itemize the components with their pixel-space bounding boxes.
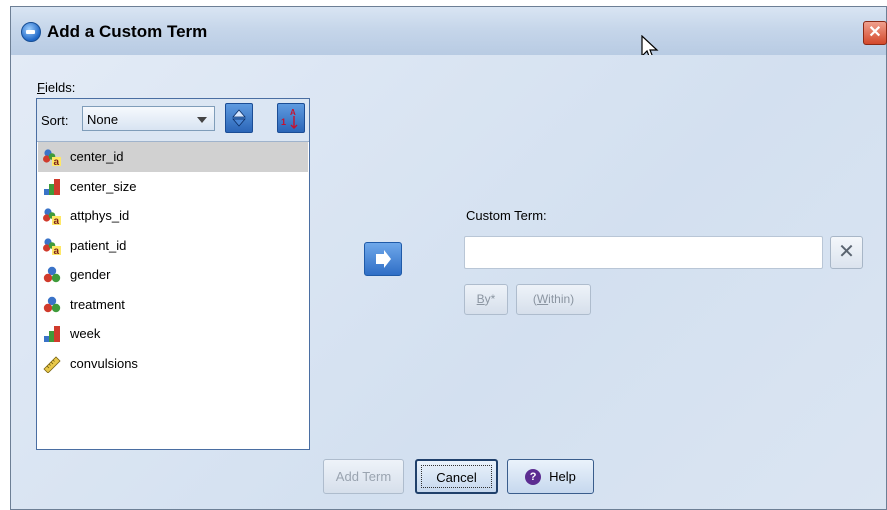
fields-label: Fields: xyxy=(37,80,76,95)
field-item-treatment[interactable]: treatment xyxy=(38,290,308,320)
field-item-center-id[interactable]: a center_id xyxy=(38,142,308,172)
chevron-down-icon xyxy=(197,117,207,123)
nominal-icon xyxy=(43,266,61,284)
nominal-string-icon: a xyxy=(43,237,61,257)
custom-term-field[interactable] xyxy=(464,236,823,269)
svg-text:a: a xyxy=(54,246,60,255)
dialog-content: Fields: Sort: None 1 A a center_id cente… xyxy=(11,55,886,509)
by-button[interactable]: By* xyxy=(464,284,508,315)
nominal-icon xyxy=(43,296,61,314)
field-item-label: attphys_id xyxy=(70,208,130,223)
field-item-label: center_id xyxy=(70,149,124,164)
title-bar: Add a Custom Term ✕ xyxy=(11,7,887,56)
within-button[interactable]: (Within) xyxy=(516,284,591,315)
field-item-center-size[interactable]: center_size xyxy=(38,172,308,202)
window-title: Add a Custom Term xyxy=(47,22,208,41)
nominal-string-icon: a xyxy=(43,207,61,227)
move-to-custom-term-button[interactable] xyxy=(364,242,402,276)
clear-term-button[interactable]: ✕ xyxy=(830,236,863,269)
sort-alpha-icon: 1 A xyxy=(281,108,298,129)
ordinal-icon xyxy=(43,178,61,196)
sort-order-button[interactable] xyxy=(225,103,253,133)
sort-up-down-icon xyxy=(232,109,246,127)
ordinal-icon xyxy=(43,325,61,343)
field-item-label: patient_id xyxy=(70,237,127,253)
field-item-label: treatment xyxy=(70,296,125,312)
field-item-week[interactable]: week xyxy=(38,319,308,349)
svg-text:a: a xyxy=(54,157,60,166)
field-item-patient-id[interactable]: a patient_id xyxy=(38,231,308,261)
help-icon: ? xyxy=(525,468,542,485)
field-item-label: week xyxy=(70,326,101,341)
add-custom-term-dialog: Add a Custom Term ✕ Fields: Sort: None 1… xyxy=(10,6,887,510)
app-icon xyxy=(21,22,41,42)
cancel-button[interactable]: Cancel xyxy=(415,459,498,494)
svg-text:a: a xyxy=(54,216,60,225)
field-item-gender[interactable]: gender xyxy=(38,260,308,290)
add-term-button[interactable]: Add Term xyxy=(323,459,404,494)
sort-value: None xyxy=(87,112,119,127)
field-item-label: convulsions xyxy=(70,355,138,371)
help-label: Help xyxy=(549,469,576,484)
sort-toolbar: Sort: None 1 A xyxy=(37,99,309,142)
close-button[interactable]: ✕ xyxy=(863,21,887,45)
field-item-label: center_size xyxy=(70,178,137,194)
svg-text:1: 1 xyxy=(281,117,286,127)
sort-alphabetic-button[interactable]: 1 A xyxy=(277,103,305,133)
field-item-convulsions[interactable]: convulsions xyxy=(38,349,308,379)
arrow-right-icon xyxy=(376,250,391,268)
fields-panel: Sort: None 1 A a center_id center_size a… xyxy=(36,98,310,450)
scale-icon xyxy=(43,355,61,374)
custom-term-label: Custom Term: xyxy=(466,208,547,223)
cancel-label: Cancel xyxy=(421,465,492,488)
sort-label: Sort: xyxy=(41,113,69,128)
field-item-attphys-id[interactable]: a attphys_id xyxy=(38,201,308,231)
help-button[interactable]: ? Help xyxy=(507,459,594,494)
svg-text:A: A xyxy=(290,108,296,117)
field-item-label: gender xyxy=(70,267,111,282)
fields-list[interactable]: a center_id center_size a attphys_id a patient… xyxy=(38,142,308,448)
nominal-string-icon: a xyxy=(43,148,61,168)
sort-dropdown[interactable]: None xyxy=(82,106,215,131)
